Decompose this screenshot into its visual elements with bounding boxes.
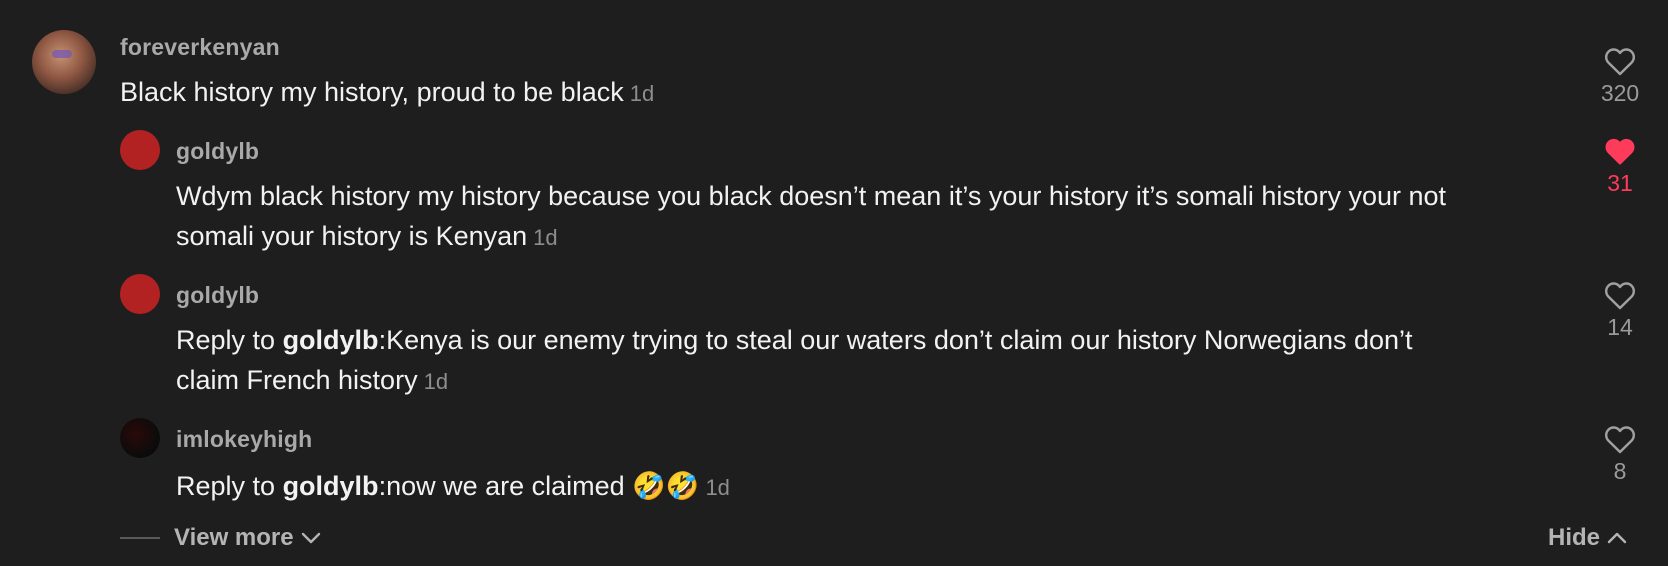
- hide-label: Hide: [1547, 524, 1600, 551]
- like-button[interactable]: 8: [1590, 424, 1650, 485]
- avatar[interactable]: [32, 30, 96, 94]
- like-count: 14: [1607, 314, 1633, 340]
- view-more-label: View more: [174, 524, 294, 551]
- avatar[interactable]: [120, 130, 160, 170]
- reply-to-username[interactable]: goldylb: [283, 325, 379, 355]
- comment-username[interactable]: goldylb: [176, 138, 259, 165]
- comment-time: 1d: [705, 475, 730, 500]
- comment-body: Black history my history, proud to be bl…: [120, 77, 624, 107]
- comment-body-line2-wrap: somali your history is Kenyan 1d: [176, 216, 1446, 258]
- comment-body-line2-wrap: claim French history 1d: [176, 360, 1413, 402]
- comment-body: :now we are claimed: [378, 471, 633, 501]
- comment-body-line2: somali your history is Kenyan: [176, 221, 528, 251]
- comment-text: Wdym black history my history because yo…: [176, 176, 1446, 258]
- comment-body-line1-wrap: Reply to goldylb:Kenya is our enemy tryi…: [176, 320, 1413, 360]
- divider-line: [120, 537, 160, 539]
- reply-prefix: Reply to: [176, 471, 283, 501]
- comment-text: Reply to goldylb:now we are claimed 🤣🤣 1d: [176, 466, 730, 508]
- comment-body-line1: :Kenya is our enemy trying to steal our …: [378, 325, 1413, 355]
- like-count: 31: [1607, 170, 1633, 196]
- emoji: 🤣🤣: [632, 471, 700, 501]
- heart-outline-icon: [1604, 282, 1636, 310]
- heart-outline-icon: [1604, 48, 1636, 76]
- like-count: 8: [1613, 458, 1627, 484]
- like-button[interactable]: 31: [1590, 136, 1650, 197]
- comment-time: 1d: [629, 81, 655, 106]
- reply-prefix: Reply to: [176, 325, 283, 355]
- comment-username[interactable]: goldylb: [176, 282, 259, 309]
- comment-text: Reply to goldylb:Kenya is our enemy tryi…: [176, 320, 1413, 402]
- comment-body-line2: claim French history: [176, 365, 418, 395]
- comment-username[interactable]: imlokeyhigh: [176, 426, 312, 453]
- heart-outline-icon: [1604, 426, 1636, 454]
- comment-body-line1: Wdym black history my history because yo…: [176, 181, 1447, 211]
- view-more-button[interactable]: View more: [120, 522, 322, 554]
- chevron-up-icon: [1607, 532, 1627, 544]
- chevron-down-icon: [301, 532, 320, 544]
- avatar[interactable]: [120, 418, 160, 458]
- comment-username[interactable]: foreverkenyan: [120, 34, 280, 61]
- comment-text: Black history my history, proud to be bl…: [120, 72, 654, 114]
- avatar[interactable]: [120, 274, 160, 314]
- heart-filled-icon: [1605, 138, 1635, 165]
- like-button[interactable]: 14: [1590, 280, 1650, 341]
- comment-time: 1d: [423, 369, 449, 394]
- like-count: 320: [1600, 80, 1640, 106]
- hide-button[interactable]: Hide: [1548, 522, 1628, 554]
- like-button[interactable]: 320: [1590, 46, 1650, 107]
- comment-time: 1d: [533, 225, 558, 250]
- reply-to-username[interactable]: goldylb: [283, 471, 379, 501]
